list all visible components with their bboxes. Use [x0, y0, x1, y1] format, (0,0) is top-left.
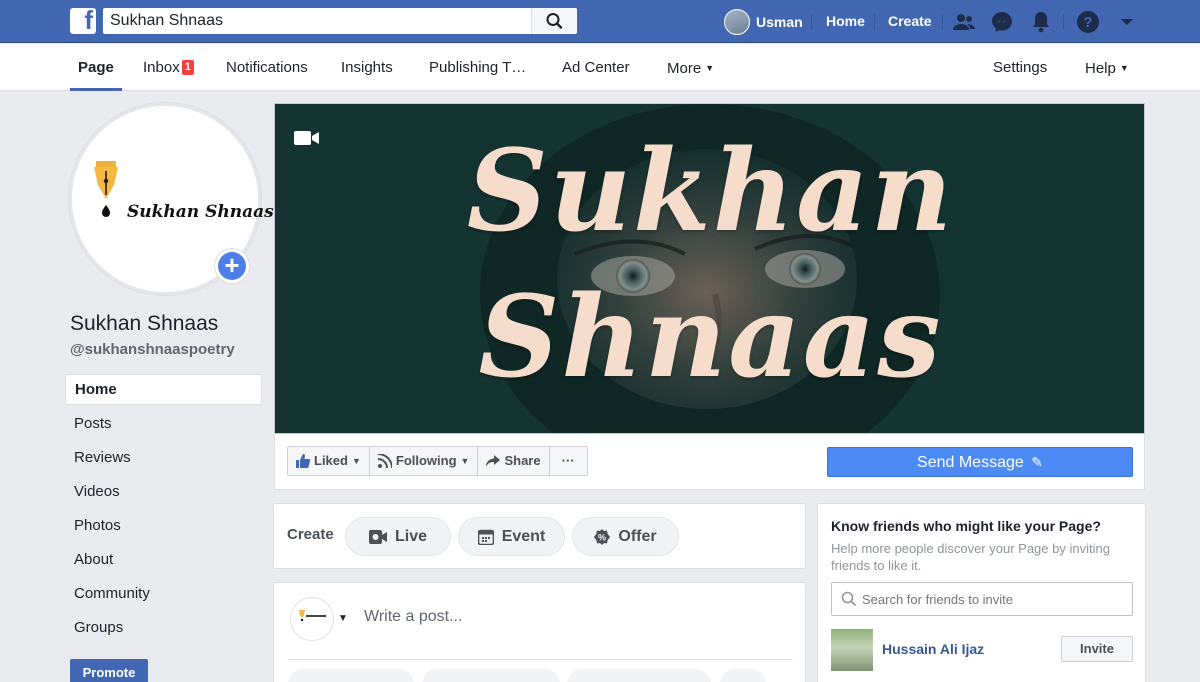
liked-button[interactable]: Liked ▼ — [288, 447, 370, 475]
tab-page[interactable]: Page — [70, 44, 122, 91]
create-offer-button[interactable]: % Offer — [572, 517, 679, 556]
post-input[interactable]: Write a post... — [364, 608, 462, 626]
left-nav-item-about[interactable]: About — [65, 544, 262, 578]
left-nav-item-home[interactable]: Home — [65, 374, 262, 405]
following-button[interactable]: Following ▼ — [370, 447, 479, 475]
create-link[interactable]: Create — [888, 0, 932, 43]
search-box — [103, 8, 577, 34]
search-button[interactable] — [531, 8, 577, 34]
left-nav-item-videos[interactable]: Videos — [65, 476, 262, 510]
left-nav-item-community[interactable]: Community — [65, 578, 262, 612]
tab-more[interactable]: More ▼ — [667, 44, 714, 91]
share-button[interactable]: Share — [478, 447, 550, 475]
cover-title-line-2: Shnaas — [478, 272, 943, 403]
tab-insights[interactable]: Insights — [341, 44, 393, 91]
invite-friends-card: Know friends who might like your Page? H… — [817, 503, 1146, 682]
fountain-pen-logo-icon — [299, 610, 326, 622]
post-composer: ▼ Write a post... — [273, 582, 806, 682]
avatar — [290, 597, 334, 641]
more-options-button[interactable]: ··· — [550, 447, 587, 475]
tab-notifications[interactable]: Notifications — [226, 44, 308, 91]
divider — [942, 14, 943, 30]
messenger-icon[interactable] — [990, 10, 1014, 34]
page-nav: Page Inbox 1 Notifications Insights Publi… — [0, 44, 1200, 91]
get-messages-button[interactable] — [422, 669, 560, 682]
calendar-icon — [477, 529, 494, 545]
post-as-chevron-down-icon[interactable]: ▼ — [338, 613, 348, 624]
page-username[interactable]: @sukhanshnaaspoetry — [70, 341, 235, 358]
cover-photo[interactable]: Sukhan Shnaas — [274, 103, 1145, 434]
friend-avatar[interactable] — [831, 629, 873, 671]
invite-search-box — [831, 582, 1133, 616]
create-label: Create — [287, 526, 334, 543]
fountain-pen-logo-icon — [94, 161, 118, 217]
account-menu-chevron-down-icon[interactable] — [1115, 10, 1139, 34]
more-post-options-button[interactable] — [720, 669, 766, 682]
divider — [811, 14, 812, 30]
tab-inbox[interactable]: Inbox 1 — [143, 44, 194, 91]
live-video-icon — [368, 529, 387, 544]
divider — [874, 14, 875, 30]
tab-publishing-tools[interactable]: Publishing T… — [429, 44, 526, 91]
page-logo-text: Sukhan Shnaas — [127, 202, 274, 222]
pencil-icon: ✎ — [1031, 454, 1043, 470]
left-nav-item-groups[interactable]: Groups — [65, 612, 262, 646]
friend-name[interactable]: Hussain Ali Ijaz — [882, 641, 984, 657]
search-input[interactable] — [103, 8, 533, 34]
create-event-button[interactable]: Event — [458, 517, 565, 556]
feeling-activity-button[interactable] — [567, 669, 711, 682]
invite-card-title: Know friends who might like your Page? — [831, 518, 1101, 534]
invite-card-subtitle: Help more people discover your Page by i… — [831, 541, 1110, 573]
page-action-bar: Liked ▼ Following ▼ Share ··· Send Messa… — [274, 434, 1145, 490]
divider — [1063, 14, 1064, 30]
profile-link[interactable]: Usman — [724, 9, 803, 35]
offer-badge-icon: % — [594, 528, 611, 545]
top-bar: f Usman Home Create ? — [0, 0, 1200, 43]
search-icon — [841, 591, 857, 607]
invite-button[interactable]: Invite — [1061, 636, 1133, 662]
tab-ad-center[interactable]: Ad Center — [562, 44, 630, 91]
caret-down-icon: ▼ — [460, 456, 470, 466]
update-profile-picture-button[interactable]: + — [215, 249, 249, 283]
plus-icon: + — [218, 252, 246, 280]
caret-down-icon: ▼ — [351, 456, 361, 466]
create-post-options: Create Live Event % Offer — [273, 503, 806, 569]
caret-down-icon: ▼ — [1119, 63, 1129, 73]
notifications-bell-icon[interactable] — [1029, 10, 1053, 34]
left-nav-item-photos[interactable]: Photos — [65, 510, 262, 544]
invite-search-input[interactable] — [862, 583, 1127, 615]
go-live-button[interactable]: Live — [345, 517, 451, 556]
send-message-button[interactable]: Send Message ✎ — [827, 447, 1133, 477]
svg-text:%: % — [598, 532, 606, 542]
user-name: Usman — [756, 14, 803, 30]
home-link[interactable]: Home — [826, 0, 865, 43]
rss-feed-icon — [377, 454, 392, 468]
thumbs-up-icon — [296, 454, 310, 468]
divider — [288, 659, 793, 660]
caret-down-icon: ▼ — [705, 63, 715, 73]
svg-text:?: ? — [1083, 14, 1092, 31]
help-menu[interactable]: Help ▼ — [1085, 44, 1129, 91]
search-icon — [546, 13, 563, 29]
photo-video-button[interactable] — [288, 669, 414, 682]
help-question-icon[interactable]: ? — [1076, 10, 1100, 34]
avatar — [724, 9, 750, 35]
facebook-logo-icon[interactable]: f — [70, 5, 96, 35]
left-nav-item-reviews[interactable]: Reviews — [65, 442, 262, 476]
friend-requests-icon[interactable] — [952, 10, 976, 34]
page-actions-group: Liked ▼ Following ▼ Share ··· — [287, 446, 588, 476]
left-nav: Home Posts Reviews Videos Photos About C… — [65, 374, 262, 646]
share-arrow-icon — [486, 455, 501, 467]
settings-link[interactable]: Settings — [993, 44, 1047, 91]
cover-title-line-1: Sukhan — [466, 126, 955, 257]
promote-button[interactable]: Promote — [70, 659, 148, 682]
page-title[interactable]: Sukhan Shnaas — [70, 312, 218, 336]
inbox-count-badge: 1 — [181, 60, 194, 75]
left-nav-item-posts[interactable]: Posts — [65, 408, 262, 442]
